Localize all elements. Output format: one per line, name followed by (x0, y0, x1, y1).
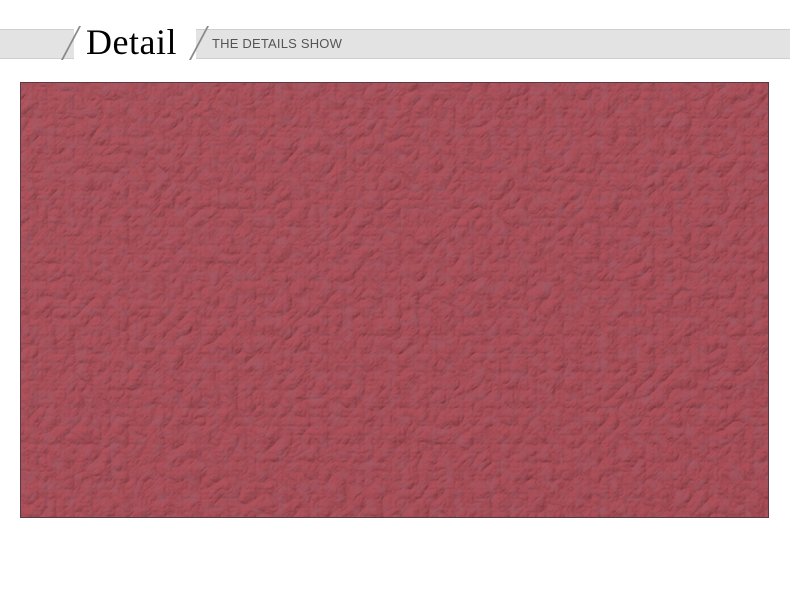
section-title: Detail (86, 22, 177, 62)
leather-grain-lines (21, 83, 768, 517)
section-header: Detail THE DETAILS SHOW (0, 0, 790, 70)
leather-detail-image (20, 82, 769, 518)
section-subtitle: THE DETAILS SHOW (212, 36, 343, 51)
leather-texture-graphic (21, 83, 768, 517)
